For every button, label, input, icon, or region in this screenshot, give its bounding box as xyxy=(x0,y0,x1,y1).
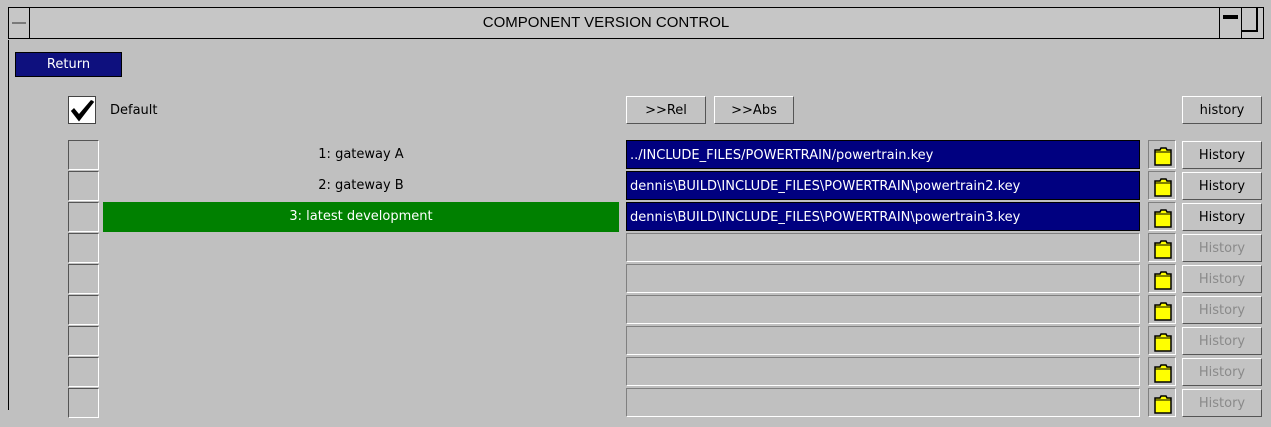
row-path-input[interactable] xyxy=(626,388,1140,417)
row-label xyxy=(103,357,619,387)
checkmark-icon xyxy=(70,100,95,122)
folder-icon xyxy=(1154,333,1172,352)
row-select-button[interactable] xyxy=(68,295,99,325)
row-select-button[interactable] xyxy=(68,326,99,356)
row-path-input[interactable] xyxy=(626,295,1140,324)
row-browse-button[interactable] xyxy=(1148,326,1176,355)
default-label: Default xyxy=(110,103,158,118)
window-title: COMPONENT VERSION CONTROL xyxy=(482,14,730,31)
row-select-button[interactable] xyxy=(68,357,99,387)
folder-icon xyxy=(1154,364,1172,383)
row-select-button[interactable] xyxy=(68,233,99,263)
row-browse-button[interactable] xyxy=(1148,264,1176,293)
row-history-button: History xyxy=(1182,296,1262,324)
row-browse-button[interactable] xyxy=(1148,233,1176,262)
row-path-input[interactable] xyxy=(626,326,1140,355)
row-select-button[interactable] xyxy=(68,264,99,294)
folder-icon xyxy=(1154,209,1172,228)
row-history-button: History xyxy=(1182,234,1262,262)
row-browse-button[interactable] xyxy=(1148,140,1176,169)
row-history-button: History xyxy=(1182,327,1262,355)
row-browse-button[interactable] xyxy=(1148,295,1176,324)
row-label[interactable]: 2: gateway B xyxy=(103,171,619,201)
row-history-button: History xyxy=(1182,389,1262,417)
minimize-button[interactable] xyxy=(1219,8,1241,38)
row-browse-button[interactable] xyxy=(1148,357,1176,386)
rel-button[interactable]: >>Rel xyxy=(626,96,706,124)
row-history-button: History xyxy=(1182,265,1262,293)
row-path-input[interactable] xyxy=(626,264,1140,293)
row-label[interactable]: 1: gateway A xyxy=(103,140,619,170)
row-label[interactable]: 3: latest development xyxy=(103,202,619,232)
minimize-icon xyxy=(1223,15,1238,19)
window-left-edge xyxy=(0,0,7,427)
title-bar[interactable]: COMPONENT VERSION CONTROL xyxy=(8,7,1264,39)
row-select-button[interactable] xyxy=(68,202,99,232)
abs-button[interactable]: >>Abs xyxy=(714,96,794,124)
folder-icon xyxy=(1154,395,1172,414)
folder-icon xyxy=(1154,147,1172,166)
folder-icon xyxy=(1154,271,1172,290)
return-button[interactable]: Return xyxy=(15,52,122,77)
row-browse-button[interactable] xyxy=(1148,202,1176,231)
row-history-button[interactable]: History xyxy=(1182,141,1262,169)
row-history-button: History xyxy=(1182,358,1262,386)
row-history-button[interactable]: History xyxy=(1182,172,1262,200)
row-select-button[interactable] xyxy=(68,388,99,418)
row-path-input[interactable]: dennis\BUILD\INCLUDE_FILES\POWERTRAIN\po… xyxy=(626,202,1140,231)
folder-icon xyxy=(1154,240,1172,259)
row-path-input[interactable] xyxy=(626,233,1140,262)
row-history-button[interactable]: History xyxy=(1182,203,1262,231)
row-path-input[interactable]: ../INCLUDE_FILES/POWERTRAIN/powertrain.k… xyxy=(626,140,1140,169)
row-select-button[interactable] xyxy=(68,171,99,201)
window-border xyxy=(8,40,9,410)
row-path-input[interactable]: dennis\BUILD\INCLUDE_FILES\POWERTRAIN\po… xyxy=(626,171,1140,200)
row-label xyxy=(103,326,619,356)
maximize-button[interactable] xyxy=(1241,8,1263,38)
folder-icon xyxy=(1154,178,1172,197)
folder-icon xyxy=(1154,302,1172,321)
row-label xyxy=(103,264,619,294)
row-label xyxy=(103,295,619,325)
row-select-button[interactable] xyxy=(68,140,99,170)
row-label xyxy=(103,388,619,418)
history-header-button[interactable]: history xyxy=(1182,96,1262,124)
row-browse-button[interactable] xyxy=(1148,171,1176,200)
default-checkbox[interactable] xyxy=(68,96,96,124)
maximize-icon xyxy=(1242,8,1258,32)
row-browse-button[interactable] xyxy=(1148,388,1176,417)
row-path-input[interactable] xyxy=(626,357,1140,386)
row-label xyxy=(103,233,619,263)
